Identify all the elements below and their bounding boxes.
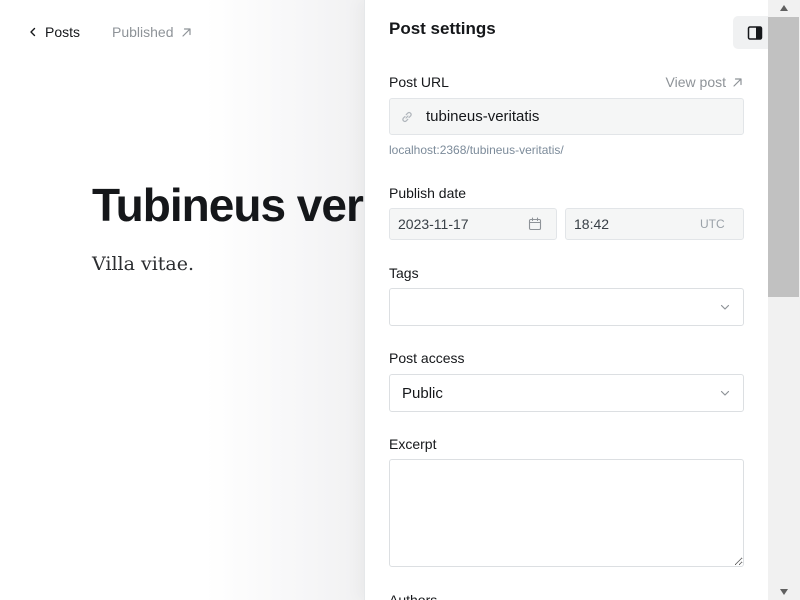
back-to-posts-link[interactable]: Posts [28, 24, 80, 40]
panel-title: Post settings [389, 19, 496, 38]
scroll-up-arrow[interactable] [768, 0, 800, 16]
post-url-input[interactable] [426, 108, 716, 125]
post-access-value: Public [402, 384, 443, 402]
post-access-select[interactable]: Public [389, 374, 744, 412]
post-status-label: Published [112, 24, 174, 40]
scroll-down-arrow[interactable] [768, 584, 800, 600]
excerpt-label: Excerpt [389, 436, 437, 452]
post-editor: Posts Published Tubineus veritatis Villa… [0, 0, 364, 600]
scroll-thumb[interactable] [768, 17, 799, 297]
editor-top-nav: Posts Published [28, 23, 192, 41]
arrow-up-right-icon [181, 27, 191, 37]
triangle-up-icon [780, 5, 788, 11]
post-url-label: Post URL [389, 74, 449, 90]
view-post-label: View post [665, 74, 726, 90]
view-post-link[interactable]: View post [666, 74, 743, 90]
post-body[interactable]: Villa vitae. [92, 253, 194, 275]
post-status[interactable]: Published [112, 24, 192, 40]
back-link-label: Posts [45, 24, 81, 40]
publish-date-field[interactable] [389, 208, 557, 240]
post-access-label: Post access [389, 350, 465, 366]
scrollbar-track [768, 17, 799, 297]
chevron-down-icon [720, 390, 730, 396]
sidebar-toggle-button[interactable] [733, 16, 768, 49]
post-settings-panel: Post settings Post URL View post localho… [364, 0, 768, 600]
post-url-hint: localhost:2368/tubineus-veritatis/ [389, 143, 564, 157]
publish-date-label: Publish date [389, 185, 467, 201]
publish-date-input[interactable] [398, 216, 518, 232]
tags-select[interactable] [389, 288, 744, 326]
tags-label: Tags [389, 265, 419, 281]
timezone-label: UTC [700, 217, 725, 231]
publish-time-field[interactable]: UTC [565, 208, 744, 240]
triangle-down-icon [780, 589, 788, 595]
vertical-scrollbar[interactable] [768, 0, 800, 600]
post-title[interactable]: Tubineus veritatis [92, 178, 364, 232]
calendar-icon[interactable] [528, 217, 542, 231]
chevron-down-icon [720, 304, 730, 310]
post-url-field[interactable] [389, 98, 744, 135]
sidebar-toggle-icon [747, 25, 763, 40]
arrow-up-right-icon [733, 77, 742, 87]
publish-time-input[interactable] [574, 216, 684, 232]
excerpt-textarea[interactable] [389, 459, 744, 567]
chevron-left-icon [30, 27, 36, 37]
authors-label: Authors [389, 592, 438, 600]
link-icon [402, 111, 412, 122]
